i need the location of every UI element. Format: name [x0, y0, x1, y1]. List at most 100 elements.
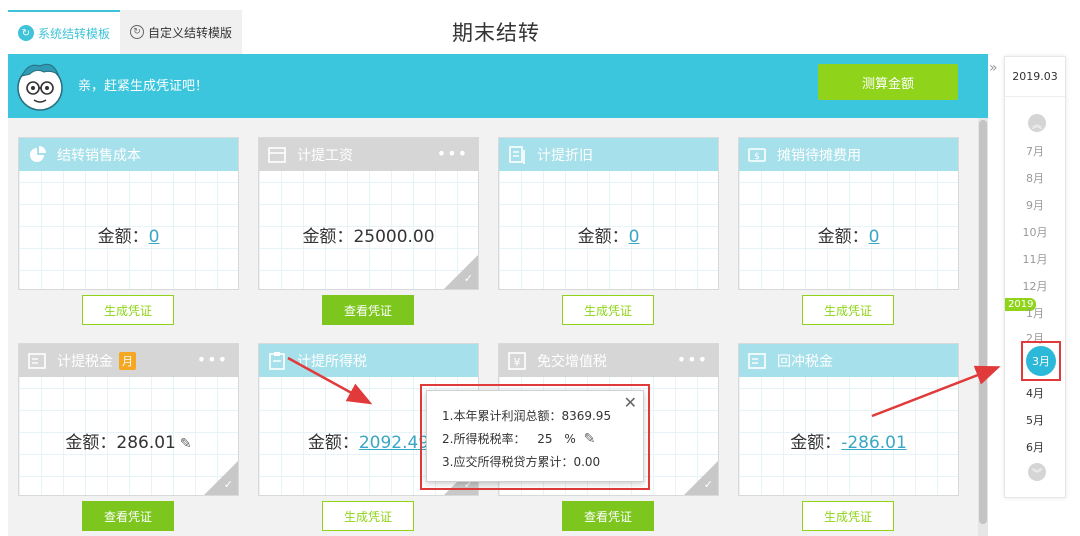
more-options-icon[interactable]: •••	[677, 350, 708, 369]
card-title: 计提所得税	[297, 353, 367, 370]
month-item[interactable]: 8月	[1005, 170, 1065, 186]
month-item[interactable]: 5月	[1005, 412, 1065, 428]
card-header: 计提税金 月 •••	[19, 344, 238, 377]
card-amount: 金额：0	[739, 222, 958, 247]
popup-profit-line: 1.本年累计利润总额：8369.95	[442, 409, 612, 423]
month-item[interactable]: 10月	[1005, 224, 1065, 240]
popup-payable-line: 3.应交所得税贷方累计：0.00	[442, 455, 601, 469]
collapse-panel-icon[interactable]: »	[989, 60, 998, 76]
month-item[interactable]: 12月	[1005, 278, 1065, 294]
card-transfer-sales-cost: 结转销售成本 金额：0	[18, 137, 239, 290]
card-title: 计提工资	[297, 147, 353, 164]
amount-label: 金额：	[307, 433, 359, 453]
calc-amount-button[interactable]: 测算金额	[818, 64, 958, 100]
view-voucher-button[interactable]: 查看凭证	[322, 295, 414, 325]
current-period: 2019.03	[1005, 57, 1065, 97]
month-item[interactable]: 1月	[1005, 305, 1065, 321]
amount-value-link[interactable]: 0	[869, 227, 880, 247]
card-header: 计提工资 •••	[259, 138, 478, 171]
tab-system-template[interactable]: ↻ 系统结转模板	[8, 10, 121, 54]
card-amortize-prepaid: $ 摊销待摊费用 金额：0	[738, 137, 959, 290]
tax-rate-label: 2.所得税税率：	[442, 432, 526, 446]
amount-label: 金额：	[65, 433, 117, 453]
close-icon[interactable]: ✕	[624, 393, 637, 412]
depreciation-icon	[507, 145, 527, 165]
banner-message: 亲，赶紧生成凭证吧！	[78, 79, 209, 94]
card-title: 回冲税金	[777, 353, 833, 370]
income-tax-detail-popup: ✕ 1.本年累计利润总额：8369.95 2.所得税税率： 25 % ✎ 3.应…	[426, 390, 644, 482]
card-amount: 金额：0	[19, 222, 238, 247]
month-item[interactable]: 4月	[1005, 385, 1065, 401]
scroll-down-icon[interactable]: ︾	[1028, 463, 1046, 481]
generate-voucher-button[interactable]: 生成凭证	[802, 501, 894, 531]
card-title: 计提折旧	[537, 147, 593, 164]
tab-label: 自定义结转模版	[148, 25, 233, 40]
generate-voucher-button[interactable]: 生成凭证	[82, 295, 174, 325]
amount-value-link[interactable]: 0	[149, 227, 160, 247]
income-tax-icon	[267, 351, 287, 371]
edit-pencil-icon[interactable]: ✎	[584, 431, 596, 447]
tax-rate-value: 25	[537, 432, 553, 446]
salary-icon	[267, 145, 287, 165]
scrollbar-thumb[interactable]	[979, 120, 987, 524]
card-header: $ 摊销待摊费用	[739, 138, 958, 171]
app-root: ↻ 系统结转模板 ↻ 自定义结转模版 期末结转 亲，赶紧生成凭证吧！ 测算金额	[0, 0, 1080, 536]
amount-label: 金额：	[790, 433, 842, 453]
money-icon: $	[747, 145, 767, 165]
card-reverse-tax: 回冲税金 金额：-286.01	[738, 343, 959, 496]
card-header: ¥ 免交增值税 •••	[499, 344, 718, 377]
month-item[interactable]: 11月	[1005, 251, 1065, 267]
pie-chart-icon	[27, 145, 47, 165]
amount-label: 金额：	[97, 227, 149, 247]
amount-label: 金额：	[817, 227, 869, 247]
card-title: 计提税金	[57, 353, 113, 370]
card-header: 计提所得税	[259, 344, 478, 377]
selected-month[interactable]: 3月	[1026, 346, 1056, 376]
card-amount: 金额：-286.01	[739, 428, 958, 453]
card-header: 结转销售成本	[19, 138, 238, 171]
amount-label: 金额：	[577, 227, 629, 247]
scrollbar[interactable]	[978, 118, 988, 536]
reverse-tax-icon	[747, 351, 767, 371]
card-amount: 金额：25000.00	[259, 222, 478, 247]
amount-value-link[interactable]: 0	[629, 227, 640, 247]
view-voucher-button[interactable]: 查看凭证	[562, 501, 654, 531]
more-options-icon[interactable]: •••	[197, 350, 228, 369]
tax-icon	[27, 351, 47, 371]
yen-icon: ¥	[507, 351, 527, 371]
more-options-icon[interactable]: •••	[437, 144, 468, 163]
svg-text:$: $	[754, 152, 760, 162]
tab-label: 系统结转模板	[38, 26, 111, 41]
card-accrue-tax: 计提税金 月 ••• 金额：286.01 ✎ ✓	[18, 343, 239, 496]
generate-voucher-button[interactable]: 生成凭证	[562, 295, 654, 325]
amount-label: 金额：	[302, 227, 354, 247]
month-item[interactable]: 6月	[1005, 439, 1065, 455]
card-header: 计提折旧	[499, 138, 718, 171]
card-title: 免交增值税	[537, 353, 607, 370]
edit-pencil-icon[interactable]: ✎	[180, 436, 192, 452]
amount-value-link[interactable]: -286.01	[841, 433, 907, 453]
card-accrue-salary: 计提工资 ••• 金额：25000.00 ✓	[258, 137, 479, 290]
recycle-icon: ↻	[18, 25, 34, 41]
amount-value-link[interactable]: 2092.49	[359, 433, 429, 453]
tax-rate-unit: %	[564, 432, 576, 446]
checked-corner-icon: ✓	[204, 461, 238, 495]
month-item[interactable]: 7月	[1005, 143, 1065, 159]
tab-custom-template[interactable]: ↻ 自定义结转模版	[120, 10, 243, 54]
card-title: 摊销待摊费用	[777, 147, 861, 164]
month-item[interactable]: 9月	[1005, 197, 1065, 213]
card-header: 回冲税金	[739, 344, 958, 377]
amount-value: 286.01	[116, 433, 176, 453]
page-title: 期末结转	[452, 21, 540, 45]
generate-voucher-button[interactable]: 生成凭证	[802, 295, 894, 325]
view-voucher-button[interactable]: 查看凭证	[82, 501, 174, 531]
card-amount: 金额：0	[499, 222, 718, 247]
banner: 亲，赶紧生成凭证吧！ 测算金额	[8, 54, 988, 118]
generate-voucher-button[interactable]: 生成凭证	[322, 501, 414, 531]
svg-text:¥: ¥	[514, 356, 521, 369]
checked-corner-icon: ✓	[444, 255, 478, 289]
custom-template-icon: ↻	[130, 25, 145, 39]
template-tabs: ↻ 系统结转模板 ↻ 自定义结转模版	[8, 10, 243, 54]
scroll-up-icon[interactable]: ︽	[1028, 114, 1046, 132]
card-depreciation: 计提折旧 金额：0	[498, 137, 719, 290]
